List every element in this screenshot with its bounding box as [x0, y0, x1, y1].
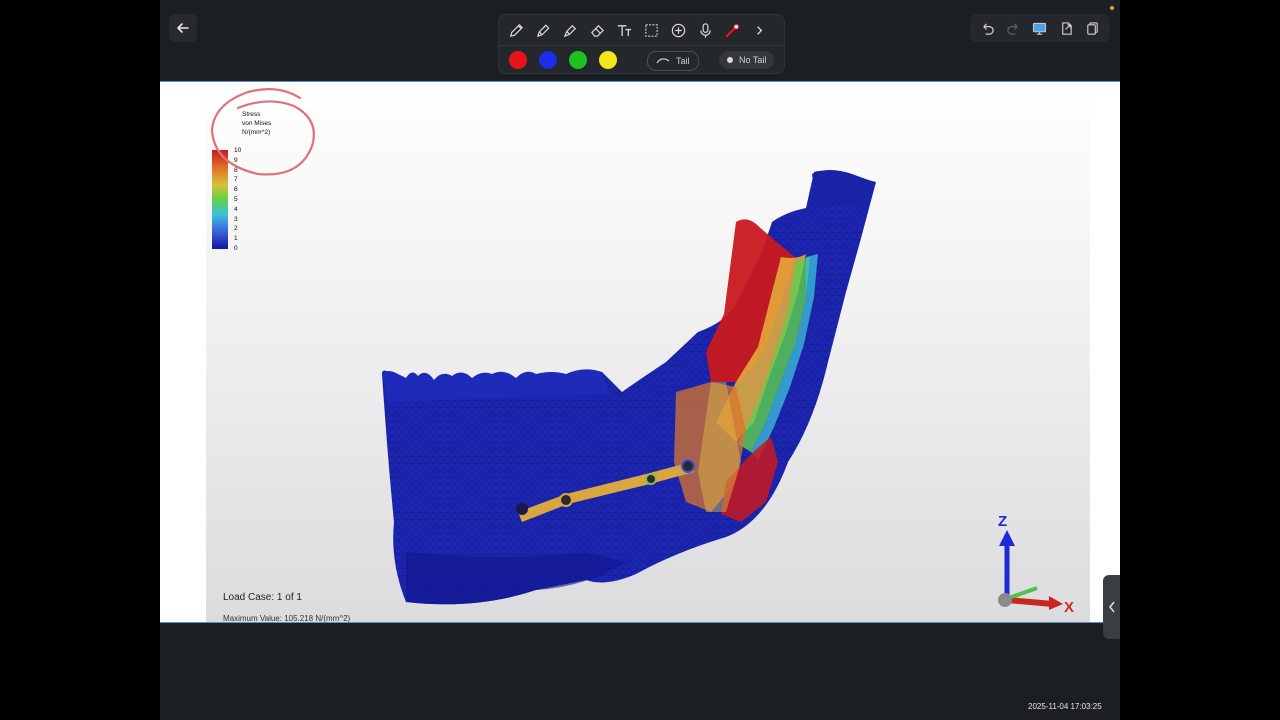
tail-label: Tail — [676, 56, 690, 66]
text-icon[interactable] — [613, 19, 636, 42]
no-tail-label: No Tail — [739, 55, 767, 65]
timestamp: 2025-11-04 17:03:25 — [1028, 702, 1102, 711]
recording-indicator — [1110, 6, 1114, 10]
handwritten-circle-annotation[interactable] — [208, 82, 328, 182]
tail-toggle[interactable]: Tail — [647, 51, 699, 71]
pencil-icon[interactable] — [505, 19, 528, 42]
back-arrow-icon — [177, 23, 189, 33]
slide-canvas[interactable]: Stress von Mises N/(mm^2) 10 9 8 7 6 5 4… — [160, 81, 1120, 623]
max-value-label: Maximum Value: 105.218 N/(mm^2) — [223, 614, 351, 622]
chevron-left-icon — [1108, 601, 1115, 613]
laser-pointer-icon[interactable] — [721, 19, 744, 42]
color-swatch-blue[interactable] — [539, 51, 557, 69]
z-axis-label: Z — [998, 513, 1007, 530]
right-toolbar — [970, 14, 1110, 42]
color-swatch-red[interactable] — [509, 51, 527, 69]
no-tail-toggle[interactable]: No Tail — [719, 51, 775, 69]
annotation-toolbar: Tail No Tail — [498, 14, 785, 74]
pen-icon[interactable] — [532, 19, 555, 42]
undo-icon[interactable] — [976, 17, 998, 39]
side-panel-handle[interactable] — [1103, 575, 1120, 639]
lasso-select-icon[interactable] — [640, 19, 663, 42]
app-window: Tail No Tail Stress von Mises N/(mm^2) 1… — [160, 0, 1120, 720]
color-swatch-yellow[interactable] — [599, 51, 617, 69]
eraser-icon[interactable] — [586, 19, 609, 42]
redo-icon[interactable] — [1003, 17, 1025, 39]
add-icon[interactable] — [667, 19, 690, 42]
load-case-label: Load Case: 1 of 1 — [223, 592, 302, 603]
axis-triad: Z X — [998, 513, 1074, 616]
microphone-icon[interactable] — [694, 19, 717, 42]
toolbar-divider — [499, 45, 784, 46]
back-button[interactable] — [169, 14, 197, 42]
x-axis-label: X — [1064, 599, 1074, 616]
copy-icon[interactable] — [1082, 17, 1104, 39]
chevron-right-icon[interactable] — [748, 19, 771, 42]
color-swatches — [509, 50, 617, 70]
tools-row — [505, 18, 771, 42]
tail-curve-icon — [656, 58, 670, 64]
color-swatch-green[interactable] — [569, 51, 587, 69]
export-icon[interactable] — [1055, 17, 1077, 39]
top-bar: Tail No Tail — [160, 0, 1120, 80]
dot-icon — [727, 57, 733, 63]
fea-viewport: Stress von Mises N/(mm^2) 10 9 8 7 6 5 4… — [206, 82, 1090, 622]
present-icon[interactable] — [1029, 17, 1051, 39]
mandible-mesh-model — [382, 170, 876, 605]
highlighter-icon[interactable] — [559, 19, 582, 42]
